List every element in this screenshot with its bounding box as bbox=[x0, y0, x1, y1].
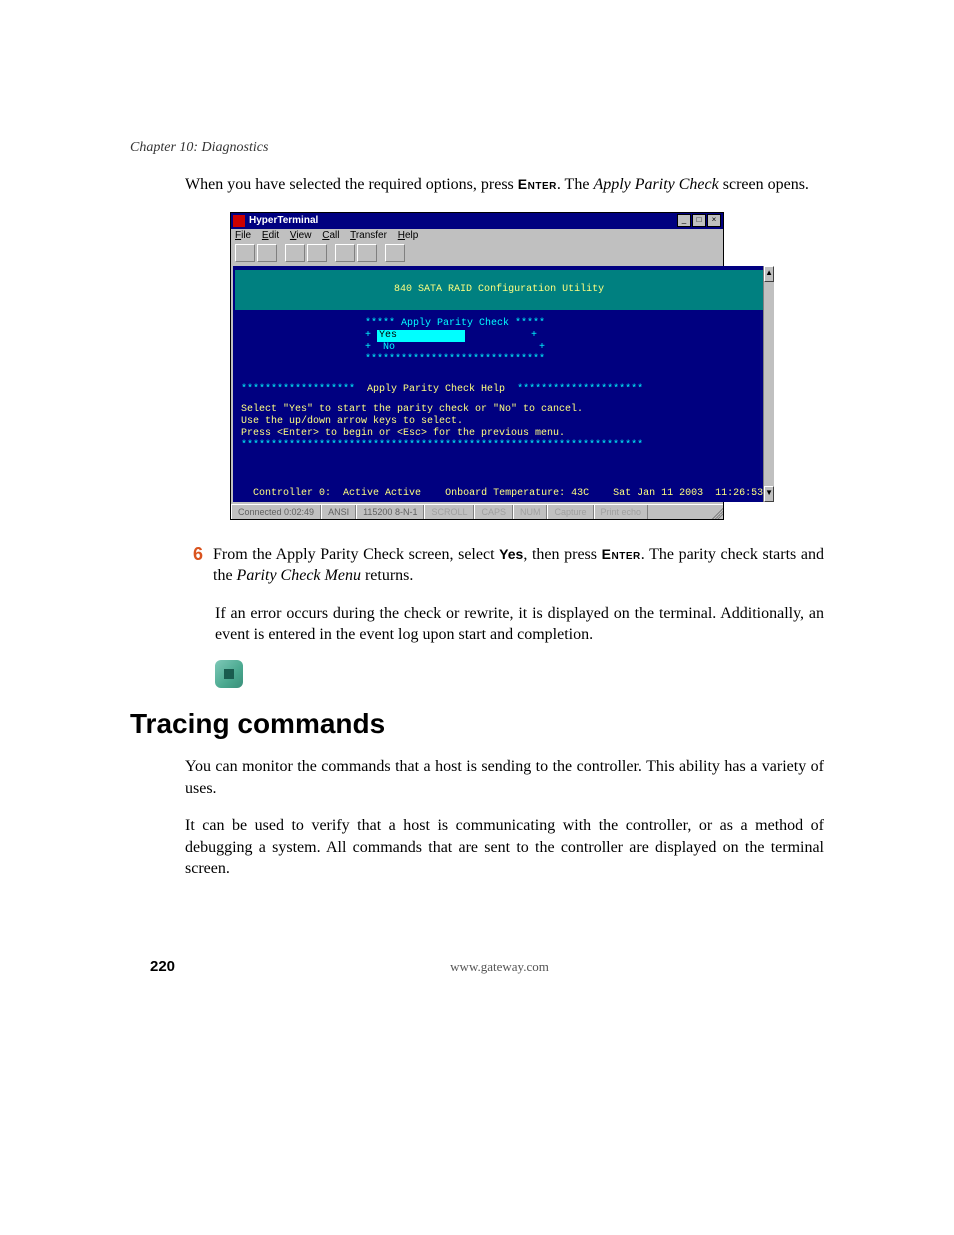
step-text: From the Apply Parity Check screen, sele… bbox=[213, 544, 824, 587]
text: From the Apply Parity Check screen, sele… bbox=[213, 546, 499, 563]
page-number: 220 bbox=[150, 958, 175, 975]
window-controls: _ □ × bbox=[677, 214, 721, 227]
menu-view[interactable]: View bbox=[290, 230, 312, 241]
app-icon bbox=[233, 215, 245, 227]
tracing-paragraph-1: You can monitor the commands that a host… bbox=[185, 756, 824, 799]
minimize-button[interactable]: _ bbox=[677, 214, 691, 227]
option-no[interactable]: + No + bbox=[235, 342, 763, 354]
status-caps: CAPS bbox=[474, 505, 513, 519]
scrollbar[interactable]: ▲ ▼ bbox=[763, 266, 774, 502]
status-capture: Capture bbox=[547, 505, 593, 519]
scroll-down-icon[interactable]: ▼ bbox=[764, 486, 774, 502]
menu-transfer[interactable]: Transfer bbox=[350, 230, 387, 241]
resize-grip-icon[interactable] bbox=[709, 505, 723, 519]
status-scroll: SCROLL bbox=[424, 505, 474, 519]
scroll-up-icon[interactable]: ▲ bbox=[764, 266, 774, 282]
toolbar-receive-icon[interactable] bbox=[357, 244, 377, 262]
banner-text: 840 SATA RAID Configuration Utility bbox=[394, 284, 604, 295]
document-page: Chapter 10: Diagnostics When you have se… bbox=[0, 0, 954, 1035]
maximize-button[interactable]: □ bbox=[692, 214, 706, 227]
chapter-header: Chapter 10: Diagnostics bbox=[130, 140, 824, 156]
toolbar-properties-icon[interactable] bbox=[385, 244, 405, 262]
toolbar-new-icon[interactable] bbox=[235, 244, 255, 262]
text: . The bbox=[557, 176, 594, 193]
option-yes[interactable]: + Yes + bbox=[235, 330, 763, 342]
close-button[interactable]: × bbox=[707, 214, 721, 227]
menu-file[interactable]: File bbox=[235, 230, 251, 241]
status-num: NUM bbox=[513, 505, 548, 519]
dialog-border-top: ***** Apply Parity Check ***** bbox=[235, 318, 763, 330]
toolbar-send-icon[interactable] bbox=[335, 244, 355, 262]
page-footer: 220 www.gateway.com bbox=[130, 958, 824, 975]
help-border-bottom: ****************************************… bbox=[235, 440, 763, 452]
menu-call[interactable]: Call bbox=[322, 230, 339, 241]
end-marker-icon bbox=[215, 660, 243, 688]
status-emulation: ANSI bbox=[321, 505, 356, 519]
help-line-2: Use the up/down arrow keys to select. bbox=[235, 416, 763, 428]
statusbar: Connected 0:02:49 ANSI 115200 8-N-1 SCRO… bbox=[231, 504, 723, 519]
help-header: ******************* Apply Parity Check H… bbox=[235, 384, 763, 396]
text: screen opens. bbox=[719, 176, 809, 193]
terminal-output[interactable]: 840 SATA RAID Configuration Utility ****… bbox=[233, 266, 763, 502]
section-heading-tracing: Tracing commands bbox=[130, 708, 824, 740]
window-titlebar: HyperTerminal _ □ × bbox=[231, 213, 723, 229]
terminal-banner: 840 SATA RAID Configuration Utility bbox=[235, 270, 763, 310]
status-printecho: Print echo bbox=[594, 505, 649, 519]
toolbar-disconnect-icon[interactable] bbox=[307, 244, 327, 262]
dialog-border-bottom: ****************************** bbox=[235, 354, 763, 366]
enter-key-label: Enter bbox=[518, 176, 557, 192]
toolbar-connect-icon[interactable] bbox=[285, 244, 305, 262]
footer-url: www.gateway.com bbox=[175, 959, 824, 975]
tracing-paragraph-2: It can be used to verify that a host is … bbox=[185, 815, 824, 880]
help-line-1: Select "Yes" to start the parity check o… bbox=[235, 404, 763, 416]
text: When you have selected the required opti… bbox=[185, 176, 518, 193]
option-yes-label: Yes bbox=[499, 546, 523, 562]
menubar: File Edit View Call Transfer Help bbox=[231, 229, 723, 242]
menu-help[interactable]: Help bbox=[398, 230, 419, 241]
status-speed: 115200 8-N-1 bbox=[356, 505, 424, 519]
step-number: 6 bbox=[185, 544, 203, 566]
menu-edit[interactable]: Edit bbox=[262, 230, 279, 241]
toolbar-open-icon[interactable] bbox=[257, 244, 277, 262]
step-6-note: If an error occurs during the check or r… bbox=[215, 603, 824, 646]
menu-name: Parity Check Menu bbox=[237, 567, 361, 584]
hyperterminal-window: HyperTerminal _ □ × File Edit View Call … bbox=[230, 212, 724, 520]
help-line-3: Press <Enter> to begin or <Esc> for the … bbox=[235, 428, 763, 440]
window-title: HyperTerminal bbox=[249, 215, 677, 226]
toolbar bbox=[231, 242, 723, 266]
intro-paragraph: When you have selected the required opti… bbox=[185, 174, 824, 196]
section-end-marker bbox=[215, 660, 824, 688]
enter-key-label: Enter bbox=[602, 546, 641, 562]
terminal-status-line: Controller 0: Active Active Onboard Temp… bbox=[235, 488, 763, 500]
text: returns. bbox=[361, 567, 413, 584]
text: , then press bbox=[523, 546, 601, 563]
step-6: 6 From the Apply Parity Check screen, se… bbox=[185, 544, 824, 587]
status-connected: Connected 0:02:49 bbox=[231, 505, 321, 519]
screen-name: Apply Parity Check bbox=[593, 176, 718, 193]
